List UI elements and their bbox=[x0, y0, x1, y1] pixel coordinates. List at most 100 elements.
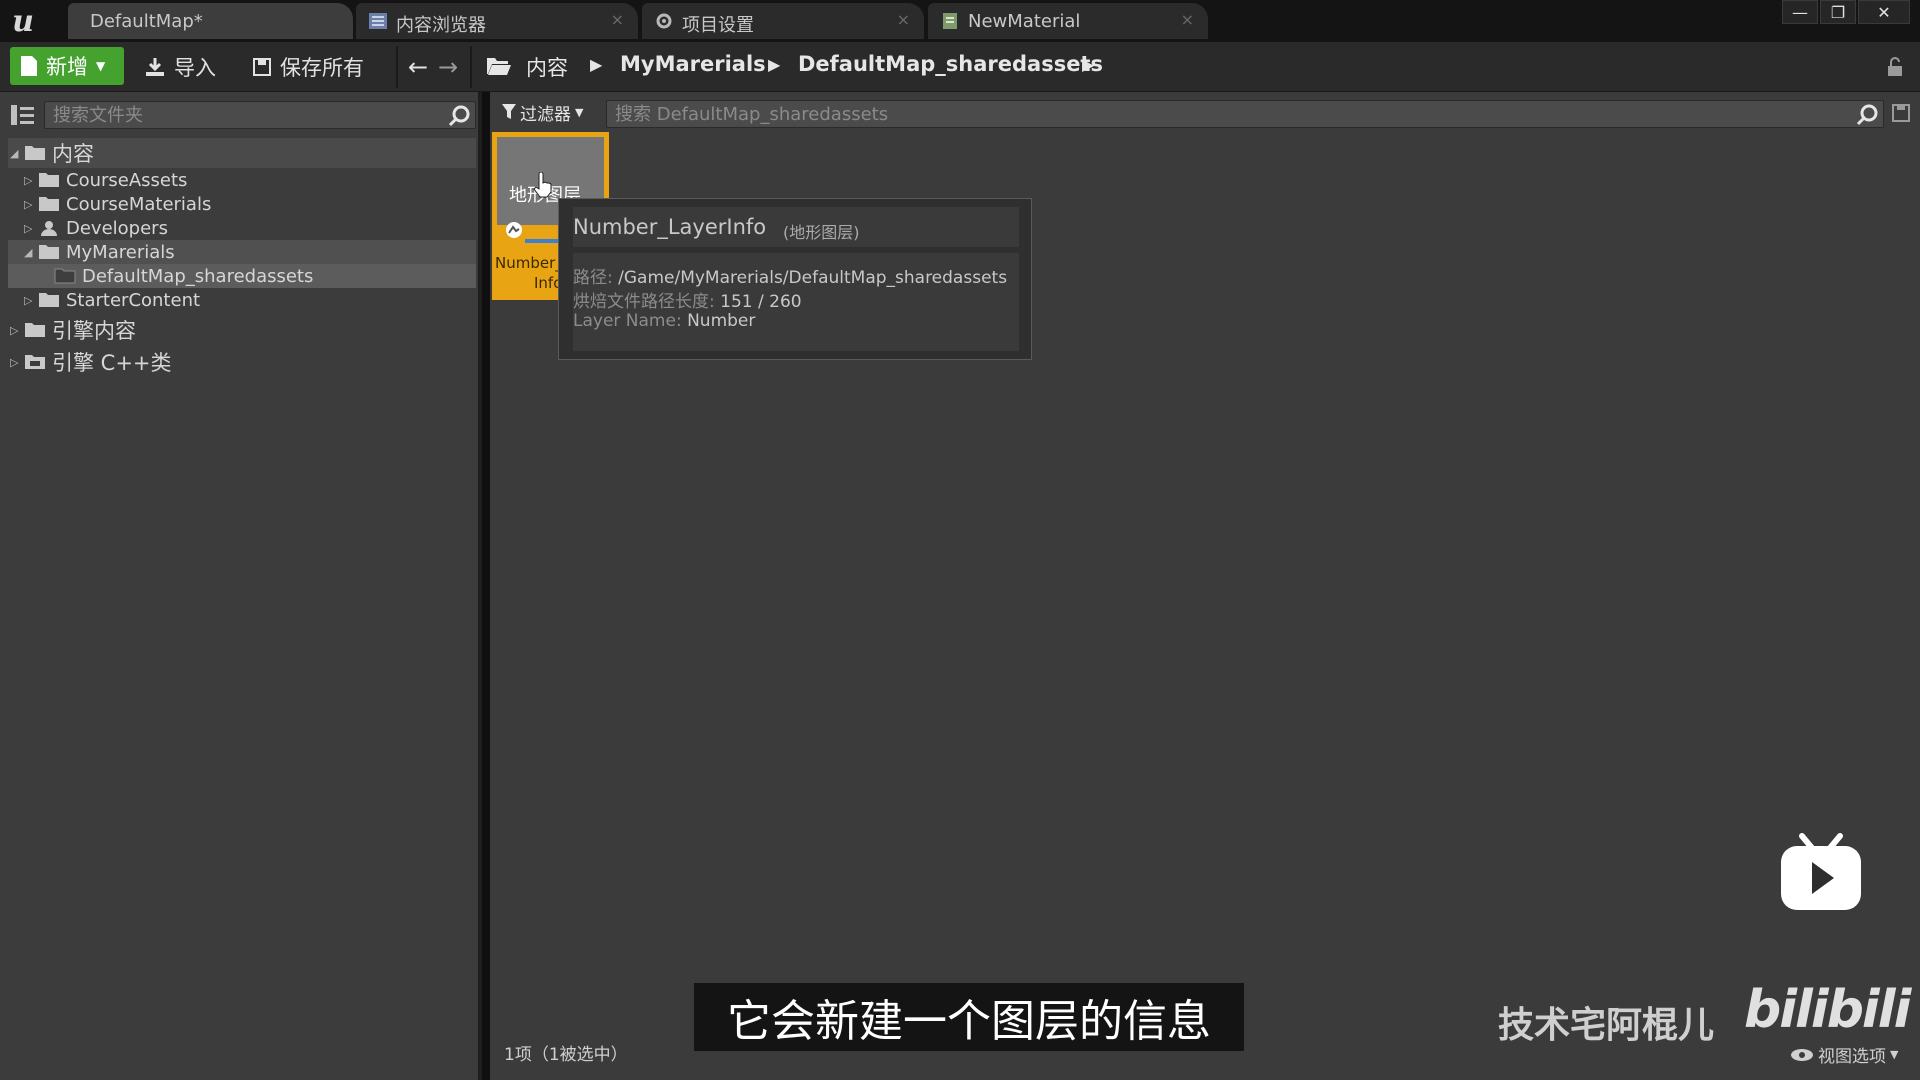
expanded-arrow-icon[interactable]: ◢ bbox=[10, 147, 24, 160]
user-folder-icon bbox=[41, 221, 57, 236]
folder-icon bbox=[39, 197, 59, 211]
import-label: 导入 bbox=[174, 56, 216, 80]
tree-item-mymarerials[interactable]: ◢ MyMarerials bbox=[24, 240, 175, 264]
tab-close-icon[interactable]: × bbox=[611, 10, 624, 29]
folder-icon bbox=[39, 293, 59, 307]
collapsed-arrow-icon[interactable]: ▷ bbox=[24, 294, 38, 307]
breadcrumb-arrow-icon[interactable]: ▶ bbox=[1082, 55, 1094, 74]
tab-close-icon[interactable]: × bbox=[897, 10, 910, 29]
search-icon[interactable] bbox=[1855, 103, 1879, 127]
download-icon bbox=[146, 58, 164, 76]
sources-panel: ◢ 内容 ▷ CourseAssets ▷ CourseMaterials ▷ … bbox=[0, 92, 482, 1080]
breadcrumb-sharedassets[interactable]: DefaultMap_sharedassets bbox=[798, 52, 1103, 76]
toolbar-divider bbox=[470, 46, 472, 88]
selection-status: 1项（1被选中） bbox=[504, 1045, 628, 1065]
tab-new-material[interactable]: NewMaterial × bbox=[928, 3, 1208, 39]
tree-item-label: CourseAssets bbox=[66, 169, 188, 191]
unreal-logo-icon: u bbox=[12, 3, 34, 39]
breadcrumb-content[interactable]: 内容 bbox=[526, 52, 568, 82]
view-options-button[interactable]: 视图选项 ▼ bbox=[1790, 1042, 1898, 1067]
add-new-button[interactable]: 新增 ▼ bbox=[10, 47, 124, 85]
tab-label: NewMaterial bbox=[968, 11, 1081, 32]
folder-open-icon bbox=[39, 245, 59, 259]
tab-label: 内容浏览器 bbox=[396, 15, 486, 36]
save-all-button[interactable]: 保存所有 bbox=[252, 50, 364, 84]
asset-search-input[interactable] bbox=[607, 101, 1883, 127]
add-new-label: 新增 bbox=[46, 55, 88, 79]
tree-item-label: CourseMaterials bbox=[66, 193, 212, 215]
material-icon bbox=[943, 13, 957, 29]
collapsed-arrow-icon[interactable]: ▷ bbox=[10, 356, 24, 369]
minimize-button[interactable]: — bbox=[1782, 0, 1818, 24]
lock-icon[interactable] bbox=[1884, 56, 1906, 78]
video-subtitle: 它会新建一个图层的信息 bbox=[694, 983, 1244, 1051]
tree-item-label: DefaultMap_sharedassets bbox=[82, 265, 314, 287]
new-file-icon bbox=[21, 56, 37, 76]
folder-open-icon bbox=[487, 58, 511, 75]
filter-icon bbox=[502, 104, 516, 119]
tab-defaultmap[interactable]: DefaultMap* bbox=[68, 3, 353, 39]
folder-icon bbox=[25, 323, 45, 337]
folder-icon bbox=[54, 268, 76, 284]
chevron-down-icon: ▼ bbox=[96, 59, 106, 73]
tree-item-content[interactable]: ◢ 内容 bbox=[10, 141, 94, 166]
tree-item-label: 引擎 C++类 bbox=[52, 351, 172, 375]
tree-item-developers[interactable]: ▷ Developers bbox=[24, 216, 168, 240]
tree-item-coursematerials[interactable]: ▷ CourseMaterials bbox=[24, 192, 211, 216]
filter-label: 过滤器 bbox=[520, 104, 571, 125]
tooltip-header: Number_LayerInfo (地形图层) bbox=[573, 207, 1019, 247]
toggle-sources-icon[interactable] bbox=[10, 104, 36, 126]
bilibili-tv-icon bbox=[1781, 833, 1861, 910]
asset-search-box bbox=[606, 100, 1884, 128]
back-arrow-icon[interactable]: ← bbox=[408, 50, 428, 84]
landscape-layer-icon bbox=[506, 222, 522, 238]
tooltip-path-key: 路径: bbox=[573, 268, 613, 288]
save-icon bbox=[253, 58, 271, 76]
tree-item-label: Developers bbox=[66, 217, 168, 239]
tree-item-label: 引擎内容 bbox=[52, 319, 136, 343]
tooltip-cook-key: 烘焙文件路径长度: bbox=[573, 292, 715, 312]
breadcrumb-arrow-icon[interactable]: ▶ bbox=[590, 55, 602, 74]
collapsed-arrow-icon[interactable]: ▷ bbox=[24, 174, 38, 187]
content-browser-icon bbox=[369, 13, 387, 29]
gear-icon bbox=[656, 13, 672, 29]
tree-item-courseassets[interactable]: ▷ CourseAssets bbox=[24, 168, 187, 192]
chevron-down-icon: ▼ bbox=[575, 105, 584, 119]
tab-label: 项目设置 bbox=[682, 15, 754, 36]
collapsed-arrow-icon[interactable]: ▷ bbox=[24, 222, 38, 235]
tree-item-startercontent[interactable]: ▷ StarterContent bbox=[24, 288, 200, 312]
uploader-watermark: 技术宅阿棍儿 bbox=[1498, 1005, 1715, 1046]
tab-close-icon[interactable]: × bbox=[1181, 10, 1194, 29]
import-button[interactable]: 导入 bbox=[144, 50, 216, 84]
tree-item-engine-content[interactable]: ▷ 引擎内容 bbox=[10, 316, 136, 344]
tree-item-engine-cpp-classes[interactable]: ▷ 引擎 C++类 bbox=[10, 348, 172, 376]
search-icon[interactable] bbox=[447, 104, 471, 128]
expanded-arrow-icon[interactable]: ◢ bbox=[24, 246, 38, 259]
asset-tooltip: Number_LayerInfo (地形图层) 路径: /Game/MyMare… bbox=[558, 198, 1032, 360]
breadcrumb-arrow-icon[interactable]: ▶ bbox=[768, 55, 780, 74]
collapsed-arrow-icon[interactable]: ▷ bbox=[10, 324, 24, 337]
title-bar: u DefaultMap* 内容浏览器 × 项目设置 × NewMaterial… bbox=[0, 0, 1920, 42]
close-window-button[interactable]: ✕ bbox=[1858, 0, 1910, 24]
tab-label: DefaultMap* bbox=[90, 11, 203, 32]
tooltip-layer-value: Number bbox=[687, 311, 756, 331]
tab-project-settings[interactable]: 项目设置 × bbox=[642, 3, 924, 39]
tooltip-path-value: /Game/MyMarerials/DefaultMap_sharedasset… bbox=[618, 268, 1008, 288]
hand-cursor-icon bbox=[533, 172, 552, 198]
collapsed-arrow-icon[interactable]: ▷ bbox=[24, 198, 38, 211]
folder-search-box bbox=[44, 101, 476, 129]
toolbar-divider bbox=[396, 46, 398, 88]
folder-search-input[interactable] bbox=[45, 102, 475, 128]
save-all-label: 保存所有 bbox=[280, 56, 364, 80]
tooltip-cook-row: 烘焙文件路径长度: 151 / 260 bbox=[573, 287, 802, 312]
restore-button[interactable]: ❐ bbox=[1820, 0, 1856, 24]
forward-arrow-icon[interactable]: → bbox=[438, 50, 458, 84]
bilibili-logo: bilibili bbox=[1744, 980, 1911, 1040]
breadcrumb-mymarerials[interactable]: MyMarerials bbox=[620, 52, 766, 76]
tab-content-browser[interactable]: 内容浏览器 × bbox=[356, 3, 638, 39]
tooltip-type: (地形图层) bbox=[783, 223, 860, 242]
view-options-label: 视图选项 bbox=[1818, 1047, 1886, 1067]
filter-button[interactable]: 过滤器 ▼ bbox=[502, 100, 584, 125]
tree-item-defaultmap-sharedassets[interactable]: DefaultMap_sharedassets bbox=[54, 264, 313, 288]
save-search-icon[interactable] bbox=[1892, 104, 1910, 122]
